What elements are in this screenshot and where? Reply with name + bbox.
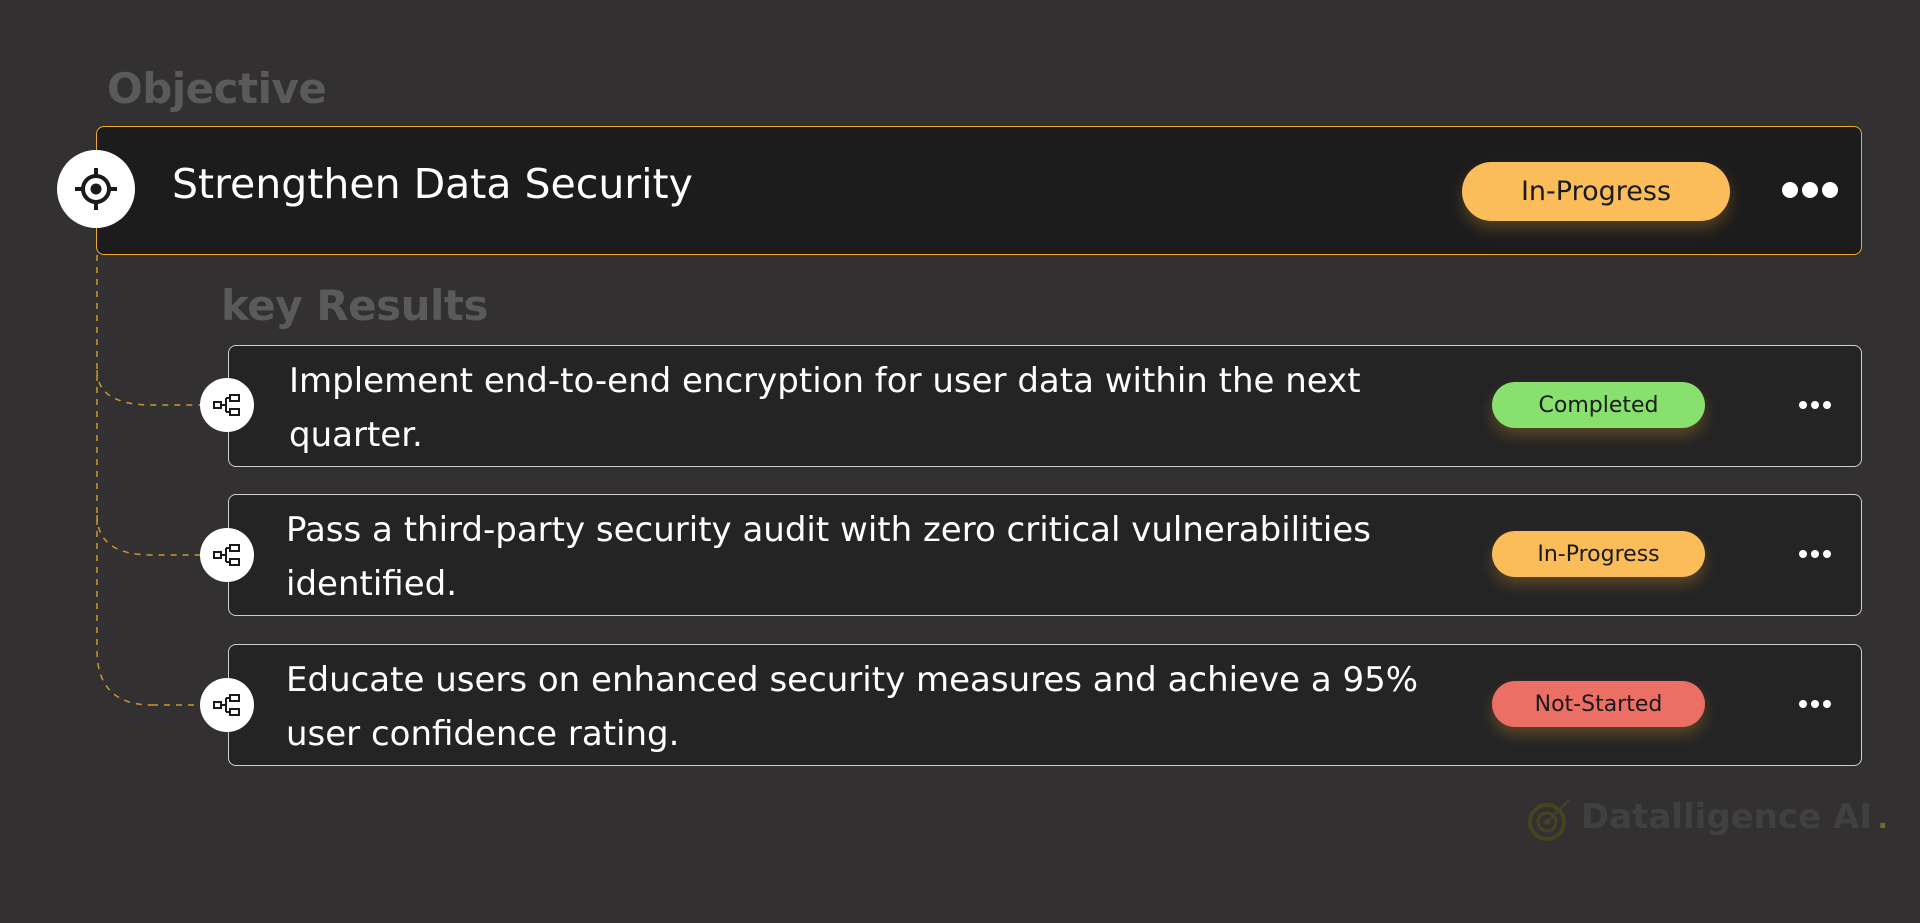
key-result-card[interactable]: Educate users on enhanced security measu… [228, 644, 1862, 766]
objective-title: Strengthen Data Security [172, 160, 693, 208]
key-result-card[interactable]: Implement end-to-end encryption for user… [228, 345, 1862, 467]
target-logo-icon [1528, 799, 1570, 841]
objective-section-label: Objective [107, 64, 327, 113]
watermark: Datalligence AI. [1525, 792, 1887, 842]
watermark-brand: Datalligence AI [1581, 797, 1872, 837]
dot [1822, 182, 1838, 198]
objective-status-badge: In-Progress [1462, 162, 1730, 221]
key-result-more-button[interactable] [1799, 550, 1831, 558]
hierarchy-icon [200, 528, 254, 582]
dot [1823, 401, 1831, 409]
key-results-section-label: key Results [221, 281, 489, 330]
key-result-status-badge: Completed [1492, 382, 1705, 428]
key-result-text: Pass a third-party security audit with z… [286, 510, 1371, 604]
dot [1811, 550, 1819, 558]
key-result-more-button[interactable] [1799, 401, 1831, 409]
dot [1802, 182, 1818, 198]
dot [1811, 401, 1819, 409]
objective-more-button[interactable] [1782, 182, 1838, 198]
key-result-card[interactable]: Pass a third-party security audit with z… [228, 494, 1862, 616]
key-result-status-badge: Not-Started [1492, 681, 1705, 727]
hierarchy-icon [200, 378, 254, 432]
dot [1823, 550, 1831, 558]
connector-trunk [96, 255, 153, 706]
dot [1782, 182, 1798, 198]
key-result-more-button[interactable] [1799, 700, 1831, 708]
key-result-text: Implement end-to-end encryption for user… [289, 361, 1361, 455]
dot [1799, 401, 1807, 409]
dot [1799, 700, 1807, 708]
hierarchy-icon [200, 678, 254, 732]
connector-kr-2 [96, 514, 202, 556]
target-icon [57, 150, 135, 228]
connector-kr-1 [96, 369, 202, 406]
key-result-status-badge: In-Progress [1492, 531, 1705, 577]
dot [1823, 700, 1831, 708]
key-result-text: Educate users on enhanced security measu… [286, 660, 1419, 754]
dot [1811, 700, 1819, 708]
watermark-dot: . [1877, 797, 1888, 836]
dot [1799, 550, 1807, 558]
